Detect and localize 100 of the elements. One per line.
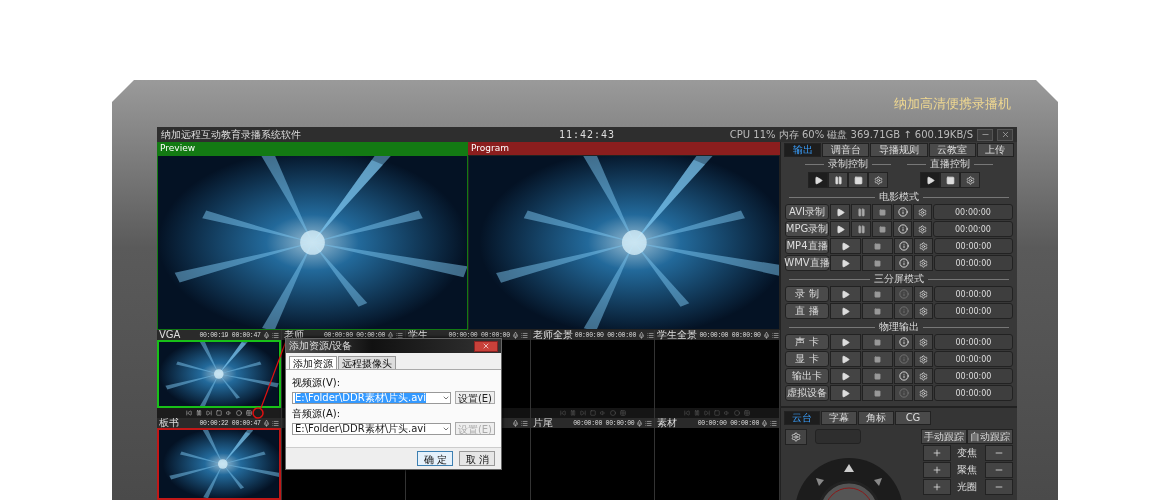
list-icon[interactable]: [271, 419, 279, 427]
microphone-icon[interactable]: [262, 419, 270, 427]
plus-button[interactable]: [923, 445, 951, 461]
minus-button[interactable]: [985, 445, 1013, 461]
info-button[interactable]: [894, 255, 913, 271]
pause-button[interactable]: [828, 172, 848, 188]
info-button[interactable]: [893, 204, 912, 220]
stop-button[interactable]: [862, 286, 893, 302]
settings-button[interactable]: [914, 385, 933, 401]
settings-button[interactable]: [914, 286, 933, 302]
grid-icon[interactable]: [245, 410, 252, 416]
panel-tab[interactable]: 输出: [784, 143, 822, 157]
settings-button[interactable]: [785, 429, 807, 445]
stop-button[interactable]: [862, 351, 893, 367]
settings-button[interactable]: [960, 172, 980, 188]
close-button[interactable]: [474, 340, 498, 352]
list-icon[interactable]: [647, 331, 654, 339]
ptz-tab[interactable]: 云台: [784, 411, 820, 425]
microphone-icon[interactable]: [387, 331, 395, 339]
dot-icon[interactable]: [235, 410, 242, 416]
plus-button[interactable]: [923, 479, 951, 495]
skip-back-icon[interactable]: [185, 410, 192, 416]
play-button[interactable]: [808, 172, 828, 188]
ptz-tab[interactable]: CG: [895, 411, 931, 425]
ptz-tab[interactable]: 角标: [858, 411, 894, 425]
panel-tab[interactable]: 云教室: [928, 143, 976, 157]
minus-button[interactable]: [985, 479, 1013, 495]
settings-button[interactable]: [868, 172, 888, 188]
stop-button[interactable]: [872, 221, 892, 237]
stop-button[interactable]: [872, 204, 892, 220]
play-button[interactable]: [830, 351, 861, 367]
play-button[interactable]: [830, 385, 861, 401]
play-button[interactable]: [830, 368, 861, 384]
play-button[interactable]: [920, 172, 940, 188]
list-icon[interactable]: [645, 419, 653, 427]
settings-button[interactable]: [913, 221, 932, 237]
microphone-icon[interactable]: [638, 331, 645, 339]
minus-button[interactable]: [985, 462, 1013, 478]
stop-icon[interactable]: [215, 410, 222, 416]
list-icon[interactable]: [271, 331, 279, 339]
settings-button[interactable]: [914, 334, 933, 350]
settings-button[interactable]: [914, 238, 933, 254]
info-button[interactable]: [894, 238, 913, 254]
settings-button[interactable]: [914, 255, 933, 271]
stop-button[interactable]: [940, 172, 960, 188]
ok-button[interactable]: 确 定: [417, 451, 453, 466]
settings-button[interactable]: [913, 204, 932, 220]
info-button[interactable]: [894, 286, 913, 302]
tracking-button[interactable]: 手动跟踪: [921, 429, 967, 444]
microphone-icon[interactable]: [761, 419, 768, 427]
pause-button[interactable]: [851, 204, 871, 220]
list-icon[interactable]: [520, 331, 528, 339]
info-button[interactable]: [894, 351, 913, 367]
stop-button[interactable]: [862, 238, 893, 254]
pause-button[interactable]: [851, 221, 871, 237]
tracking-button[interactable]: 自动跟踪: [967, 429, 1013, 444]
cancel-button[interactable]: 取 消: [459, 451, 495, 466]
stop-button[interactable]: [862, 303, 893, 319]
list-icon[interactable]: [396, 331, 404, 339]
ptz-tab[interactable]: 字幕: [821, 411, 857, 425]
play-button[interactable]: [830, 286, 861, 302]
settings-button[interactable]: [914, 303, 933, 319]
panel-tab[interactable]: 调音台: [822, 143, 870, 157]
panel-tab[interactable]: 导播规则: [870, 143, 928, 157]
microphone-icon[interactable]: [511, 419, 519, 427]
volume-icon[interactable]: [225, 410, 232, 416]
info-button[interactable]: [894, 368, 913, 384]
dialog-tab[interactable]: 添加资源: [289, 356, 337, 369]
stop-button[interactable]: [862, 368, 893, 384]
list-icon[interactable]: [770, 419, 777, 427]
info-button[interactable]: [894, 334, 913, 350]
play-button[interactable]: [830, 204, 850, 220]
info-button[interactable]: [894, 303, 913, 319]
play-button[interactable]: [830, 334, 861, 350]
stop-button[interactable]: [848, 172, 868, 188]
stop-button[interactable]: [862, 255, 893, 271]
info-button[interactable]: [893, 221, 912, 237]
info-button[interactable]: [894, 385, 913, 401]
settings-button[interactable]: [914, 351, 933, 367]
skip-forward-icon[interactable]: [205, 410, 212, 416]
microphone-icon[interactable]: [511, 331, 519, 339]
list-icon[interactable]: [520, 419, 528, 427]
microphone-icon[interactable]: [762, 331, 770, 339]
source-select[interactable]: E:\Folder\DDR素材\片头.avi: [292, 422, 451, 435]
plus-button[interactable]: [923, 462, 951, 478]
minimize-button[interactable]: [977, 128, 993, 141]
stop-button[interactable]: [862, 385, 893, 401]
microphone-icon[interactable]: [636, 419, 644, 427]
play-button[interactable]: [830, 221, 850, 237]
list-icon[interactable]: [771, 331, 779, 339]
microphone-icon[interactable]: [262, 331, 270, 339]
play-button[interactable]: [830, 303, 861, 319]
dialog-tab[interactable]: 远程摄像头: [338, 356, 396, 369]
close-button[interactable]: [997, 128, 1013, 141]
play-button[interactable]: [830, 238, 861, 254]
stop-button[interactable]: [862, 334, 893, 350]
settings-button[interactable]: 设置(E): [454, 391, 495, 404]
panel-tab[interactable]: 上传: [976, 143, 1014, 157]
pause-icon[interactable]: [195, 410, 202, 416]
play-button[interactable]: [830, 255, 861, 271]
